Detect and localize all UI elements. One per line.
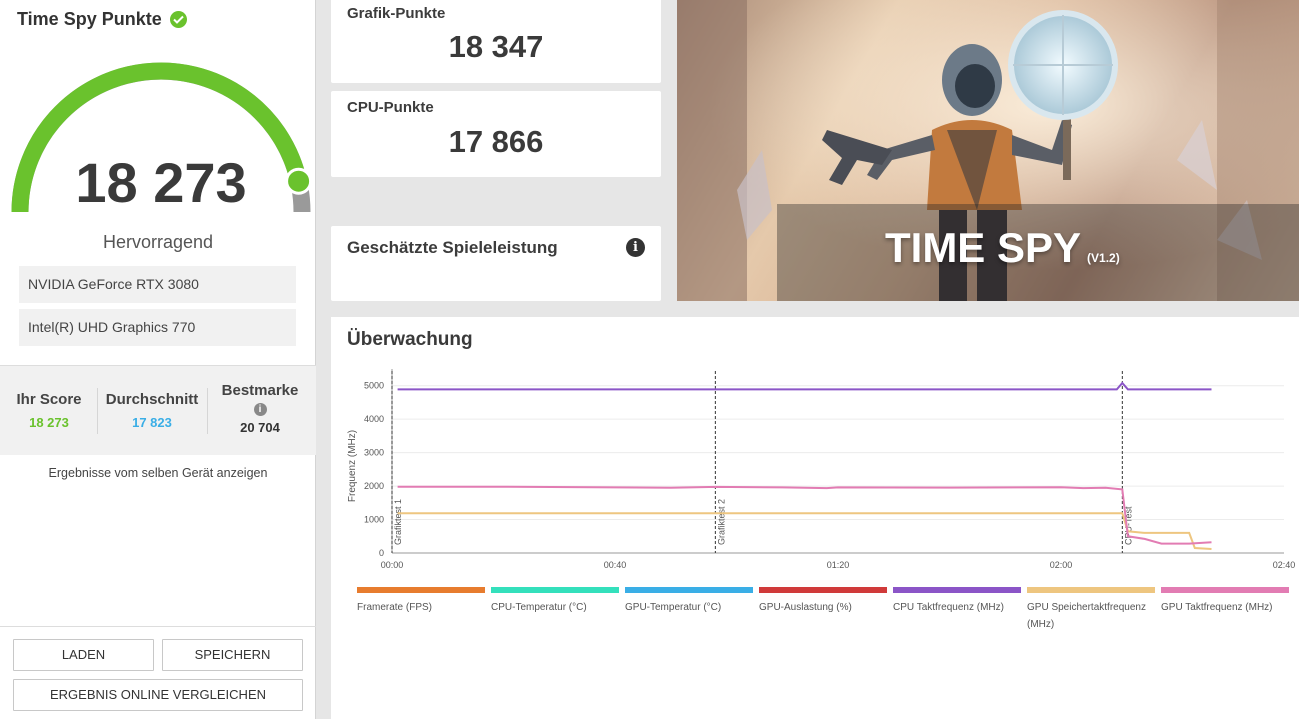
overall-title: Time Spy Punkte bbox=[17, 9, 187, 30]
divider bbox=[0, 626, 316, 627]
y-tick-label: 3000 bbox=[364, 448, 384, 458]
overall-title-text: Time Spy Punkte bbox=[17, 9, 162, 29]
benchmark-hero-image: TIME SPY (V1.2) bbox=[677, 0, 1299, 301]
legend-item[interactable]: CPU-Temperatur (°C) bbox=[491, 587, 621, 616]
game-performance-label: Geschätzte Spieleleistung bbox=[347, 238, 558, 257]
series-line bbox=[397, 512, 1212, 550]
legend-swatch bbox=[1027, 587, 1155, 593]
legend-swatch bbox=[1161, 587, 1289, 593]
x-tick-label: 02:40 bbox=[1273, 560, 1296, 570]
check-icon bbox=[169, 11, 187, 28]
game-performance-card: Geschätzte Spieleleistung i bbox=[331, 226, 661, 301]
legend-item[interactable]: GPU-Auslastung (%) bbox=[759, 587, 889, 616]
legend-swatch bbox=[491, 587, 619, 593]
cpu-score-label: CPU-Punkte bbox=[347, 99, 434, 116]
best-value: 20 704 bbox=[240, 420, 280, 435]
x-tick-label: 02:00 bbox=[1050, 560, 1073, 570]
legend-label: GPU-Auslastung (%) bbox=[759, 602, 852, 613]
legend-swatch bbox=[357, 587, 485, 593]
cpu-score-card: CPU-Punkte 17 866 bbox=[331, 91, 661, 177]
legend-swatch bbox=[625, 587, 753, 593]
y-tick-label: 5000 bbox=[364, 381, 384, 391]
legend-item[interactable]: GPU Taktfrequenz (MHz) bbox=[1161, 587, 1291, 616]
legend-swatch bbox=[759, 587, 887, 593]
graphics-score-label: Grafik-Punkte bbox=[347, 5, 446, 22]
best-score: Bestmarke i 20 704 bbox=[214, 382, 306, 435]
divider bbox=[207, 388, 208, 434]
score-rating: Hervorragend bbox=[102, 232, 214, 252]
test-marker-label: Grafiktest 1 bbox=[393, 499, 403, 545]
score-panel: Time Spy Punkte 18 273 Hervorragend NVID… bbox=[0, 0, 316, 719]
load-button[interactable]: LADEN bbox=[13, 639, 154, 671]
compare-online-button[interactable]: ERGEBNIS ONLINE VERGLEICHEN bbox=[13, 679, 303, 711]
series-line bbox=[397, 485, 1212, 545]
series-line bbox=[397, 381, 1212, 391]
legend-label: GPU Taktfrequenz (MHz) bbox=[1161, 602, 1273, 613]
legend-label: GPU Speichertaktfrequenz (MHz) bbox=[1027, 602, 1146, 630]
legend-label: GPU-Temperatur (°C) bbox=[625, 602, 722, 613]
benchmark-title-text: TIME SPY bbox=[885, 224, 1082, 271]
y-tick-label: 1000 bbox=[364, 515, 384, 525]
device-igpu: Intel(R) UHD Graphics 770 bbox=[19, 309, 296, 346]
y-tick-label: 4000 bbox=[364, 414, 384, 424]
info-icon[interactable]: i bbox=[253, 403, 267, 416]
legend-item[interactable]: CPU Taktfrequenz (MHz) bbox=[893, 587, 1023, 616]
monitoring-panel: Überwachung 0 1000 2000 3000 4000 5000 00:00 00… bbox=[331, 317, 1299, 719]
info-icon[interactable]: i bbox=[626, 238, 645, 257]
benchmark-title: TIME SPY (V1.2) bbox=[885, 224, 1120, 272]
device-gpu: NVIDIA GeForce RTX 3080 bbox=[19, 266, 296, 303]
legend-swatch bbox=[893, 587, 1021, 593]
same-device-link[interactable]: Ergebnisse vom selben Gerät anzeigen bbox=[0, 466, 316, 480]
best-label: Bestmarke bbox=[221, 382, 299, 399]
graphics-score-value: 18 347 bbox=[448, 29, 544, 64]
legend-item[interactable]: Framerate (FPS) bbox=[357, 587, 487, 616]
legend-label: Framerate (FPS) bbox=[357, 602, 433, 613]
y-tick-label: 0 bbox=[379, 548, 384, 558]
save-button[interactable]: SPEICHERN bbox=[162, 639, 303, 671]
monitoring-chart: 0 1000 2000 3000 4000 5000 00:00 00:40 01:20 02:0… bbox=[347, 369, 1296, 570]
graphics-score-card: Grafik-Punkte 18 347 bbox=[331, 0, 661, 83]
your-score-value: 18 273 bbox=[29, 415, 69, 430]
score-comparison: Ihr Score 18 273 Durchschnitt 17 823 Bes… bbox=[0, 365, 316, 455]
legend-label: CPU Taktfrequenz (MHz) bbox=[893, 602, 1004, 613]
x-tick-label: 01:20 bbox=[827, 560, 850, 570]
benchmark-version: (V1.2) bbox=[1087, 251, 1120, 265]
cpu-score-value: 17 866 bbox=[448, 124, 544, 159]
test-marker-label: Grafiktest 2 bbox=[716, 499, 726, 545]
your-score: Ihr Score 18 273 bbox=[10, 391, 88, 430]
legend-label: CPU-Temperatur (°C) bbox=[491, 602, 587, 613]
x-tick-label: 00:00 bbox=[381, 560, 404, 570]
average-score: Durchschnitt 17 823 bbox=[102, 391, 202, 430]
your-score-label: Ihr Score bbox=[16, 391, 82, 408]
divider bbox=[97, 388, 98, 434]
overall-score: 18 273 bbox=[75, 151, 247, 214]
legend-item[interactable]: GPU Speichertaktfrequenz (MHz) bbox=[1027, 587, 1157, 633]
average-label: Durchschnitt bbox=[105, 391, 199, 408]
y-tick-label: 2000 bbox=[364, 481, 384, 491]
y-axis-label: Frequenz (MHz) bbox=[347, 430, 358, 502]
legend-item[interactable]: GPU-Temperatur (°C) bbox=[625, 587, 755, 616]
average-value: 17 823 bbox=[132, 415, 172, 430]
x-tick-label: 00:40 bbox=[604, 560, 627, 570]
